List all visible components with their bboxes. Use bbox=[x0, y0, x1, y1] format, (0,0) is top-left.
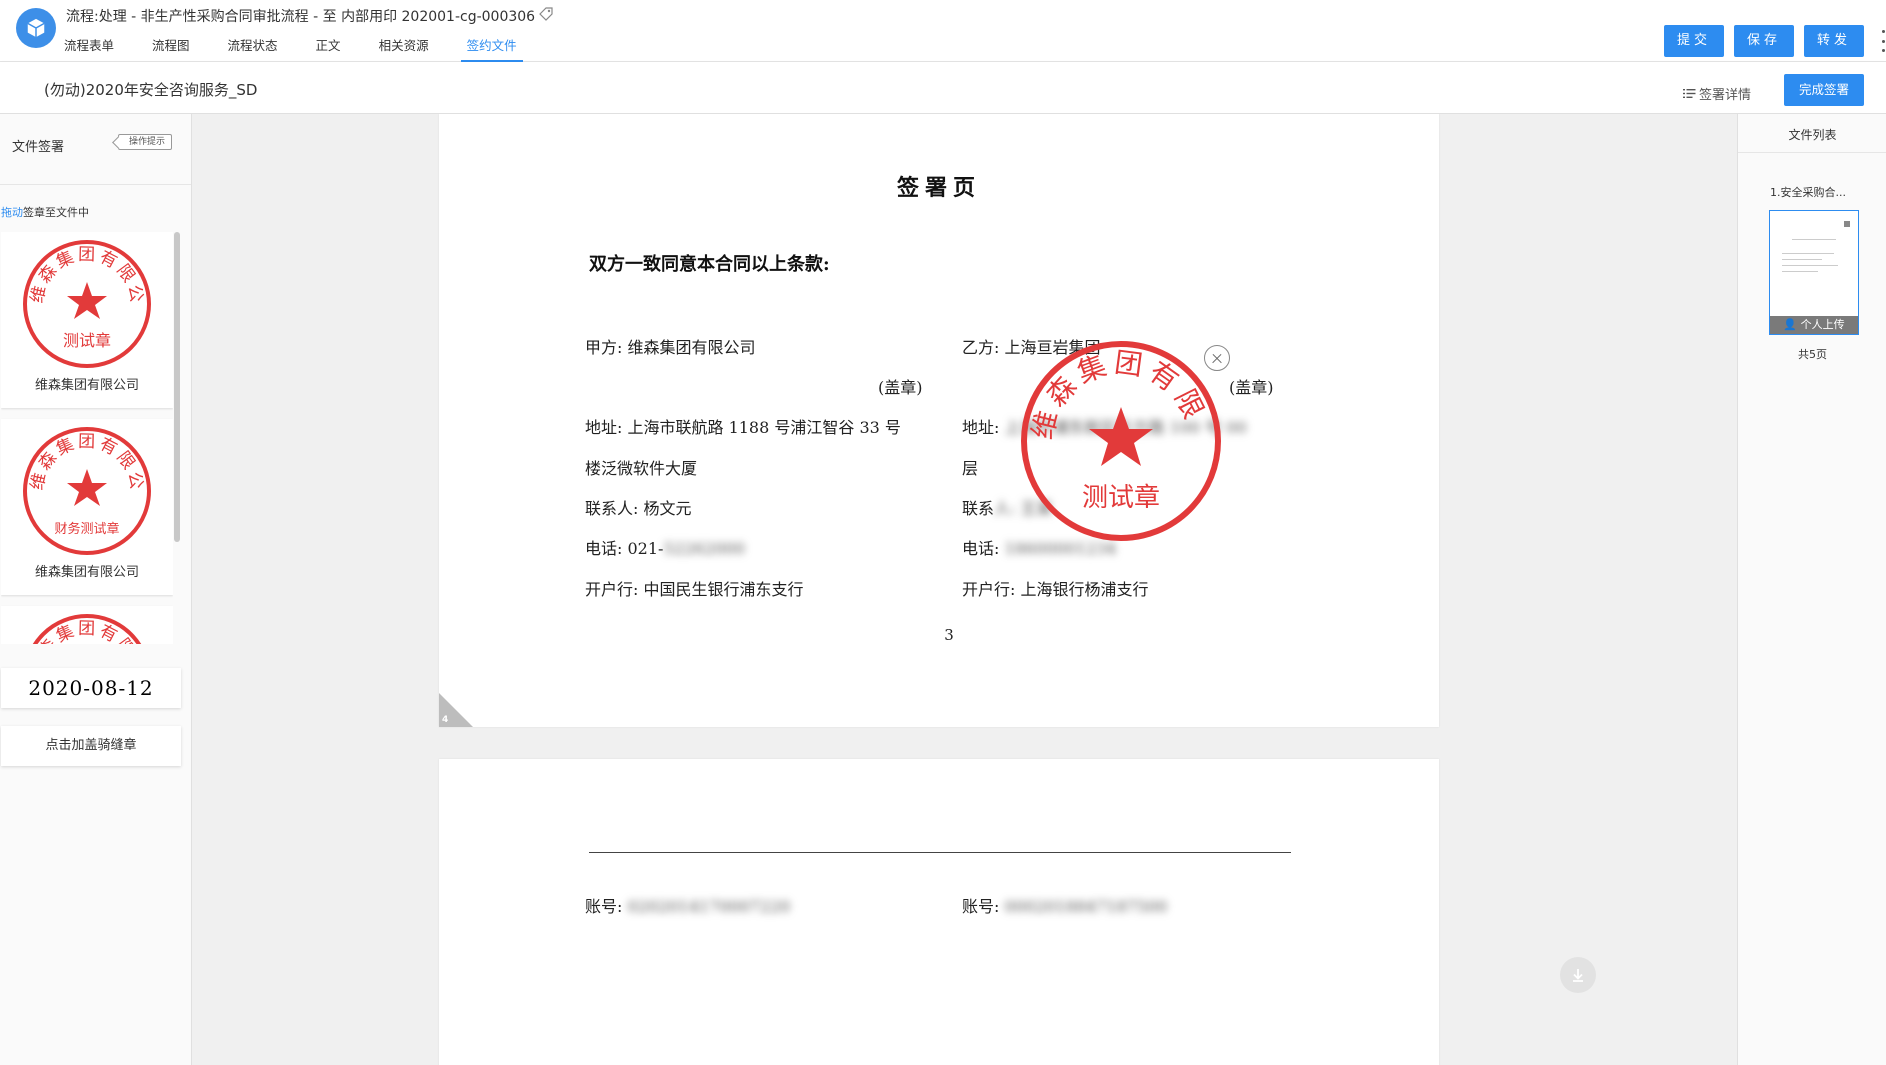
party-b-address-2: 层 bbox=[962, 459, 979, 478]
tab-flow-chart[interactable]: 流程图 bbox=[152, 36, 190, 62]
download-icon bbox=[1573, 969, 1583, 982]
document-page: 签署页 双方一致同意本合同以上条款: 甲方: 维森集团有限公司 乙方: 上海亘岩… bbox=[439, 114, 1439, 727]
company-seal-icon: 维森集团有限公司 测试章 bbox=[21, 238, 151, 368]
file-list-title: 文件列表 bbox=[1788, 128, 1837, 142]
download-button[interactable] bbox=[1560, 957, 1596, 993]
seal-card-partial[interactable]: 维森集团有限公司 bbox=[1, 606, 173, 644]
date-stamp[interactable]: 2020-08-12 bbox=[1, 668, 181, 708]
file-thumbnail[interactable]: 👤 个人上传 bbox=[1769, 210, 1859, 335]
seal-list: 维森集团有限公司 测试章 维森集团有限公司 维森集团有限公司 财务测试章 维森集… bbox=[1, 232, 173, 644]
svg-text:测试章: 测试章 bbox=[1082, 483, 1160, 513]
seal-card-test[interactable]: 维森集团有限公司 测试章 维森集团有限公司 bbox=[1, 232, 173, 408]
party-b-bank: 开户行: 上海银行杨浦支行 bbox=[962, 580, 1149, 599]
party-a-stamp: (盖章) bbox=[878, 378, 923, 397]
divider-line bbox=[589, 852, 1291, 853]
seal-panel: 文件签署 操作提示 拖动签章至文件中 维森集团有限公司 测试章 维森集团有限公司… bbox=[0, 114, 192, 1065]
page-corner-number: 4 bbox=[442, 715, 449, 725]
seal-panel-title: 文件签署 bbox=[12, 140, 65, 155]
divider bbox=[1738, 152, 1886, 153]
company-seal-icon: 维森集团有限公司 bbox=[21, 612, 144, 644]
party-a-phone: 电话: 021-52262000 bbox=[585, 539, 745, 558]
tab-signing-files[interactable]: 签约文件 bbox=[460, 36, 523, 62]
app-logo[interactable] bbox=[16, 8, 56, 48]
page-number: 3 bbox=[944, 626, 954, 644]
party-a-address-2: 楼泛微软件大厦 bbox=[585, 459, 698, 478]
flow-title: 流程:处理 - 非生产性采购合同审批流程 - 至 内部用印 202001-cg-… bbox=[66, 9, 536, 25]
party-a-name: 甲方: 维森集团有限公司 bbox=[585, 338, 756, 357]
top-header: 流程:处理 - 非生产性采购合同审批流程 - 至 内部用印 202001-cg-… bbox=[0, 0, 1886, 62]
forward-button[interactable]: 转发 bbox=[1804, 25, 1864, 57]
seal-list-scrollbar[interactable] bbox=[174, 232, 180, 542]
page-heading: 签署页 bbox=[896, 175, 981, 201]
operation-tip-button[interactable]: 操作提示 bbox=[118, 134, 173, 150]
tab-bar: 流程表单 流程图 流程状态 正文 相关资源 签约文件 bbox=[64, 36, 555, 62]
party-a-account: 账号: 0202014170007220 bbox=[585, 897, 791, 916]
save-button[interactable]: 保存 bbox=[1734, 25, 1794, 57]
document-viewer[interactable]: 签署页 双方一致同意本合同以上条款: 甲方: 维森集团有限公司 乙方: 上海亘岩… bbox=[192, 114, 1737, 1065]
drag-hint: 拖动签章至文件中 bbox=[1, 206, 89, 219]
tab-flow-status[interactable]: 流程状态 bbox=[228, 36, 278, 62]
tag-icon[interactable] bbox=[538, 6, 554, 22]
list-icon bbox=[1683, 89, 1696, 98]
sign-detail-link[interactable]: 签署详情 bbox=[1683, 84, 1751, 103]
tab-flow-form[interactable]: 流程表单 bbox=[64, 36, 114, 62]
file-name[interactable]: 1.安全采购合... bbox=[1770, 184, 1846, 200]
upload-badge: 👤 个人上传 bbox=[1770, 316, 1858, 334]
party-b-account: 账号: 0002018847187500 bbox=[962, 897, 1168, 916]
finish-signing-button[interactable]: 完成签署 bbox=[1784, 74, 1864, 106]
svg-text:测试章: 测试章 bbox=[63, 331, 111, 350]
sign-detail-label: 签署详情 bbox=[1699, 88, 1752, 103]
page-count: 共5页 bbox=[1798, 348, 1827, 361]
party-a-bank: 开户行: 中国民生银行浦东支行 bbox=[585, 580, 804, 599]
placed-seal-icon[interactable]: 维森集团有限公司 测试章 bbox=[1019, 339, 1223, 543]
tab-related-resources[interactable]: 相关资源 bbox=[379, 36, 429, 62]
document-subheader: (勿动)2020年安全咨询服务_SD 签署详情 完成签署 bbox=[0, 62, 1886, 114]
divider bbox=[0, 184, 191, 185]
file-list-panel: 文件列表 1.安全采购合... 👤 个人上传 共5页 bbox=[1737, 114, 1886, 1065]
party-a-contact: 联系人: 杨文元 bbox=[585, 499, 692, 518]
party-a-address: 地址: 上海市联航路 1188 号浦江智谷 33 号 bbox=[585, 418, 901, 437]
logo-cube-icon bbox=[27, 18, 45, 38]
seal-company-name: 维森集团有限公司 bbox=[34, 565, 139, 580]
seal-company-name: 维森集团有限公司 bbox=[34, 378, 139, 393]
seal-card-finance[interactable]: 维森集团有限公司 财务测试章 维森集团有限公司 bbox=[1, 419, 173, 595]
submit-button[interactable]: 提交 bbox=[1664, 25, 1724, 57]
tab-main-text[interactable]: 正文 bbox=[316, 36, 341, 62]
remove-seal-icon[interactable] bbox=[1204, 345, 1230, 371]
agreement-line: 双方一致同意本合同以上条款: bbox=[589, 254, 830, 275]
document-title: (勿动)2020年安全咨询服务_SD bbox=[44, 81, 258, 99]
finance-seal-icon: 维森集团有限公司 财务测试章 bbox=[21, 425, 151, 555]
ridge-seal-button[interactable]: 点击加盖骑缝章 bbox=[1, 726, 181, 766]
party-b-stamp: (盖章) bbox=[1229, 378, 1274, 397]
more-vertical-icon[interactable] bbox=[1880, 30, 1886, 52]
document-page: 账号: 0202014170007220 账号: 000201884718750… bbox=[439, 759, 1439, 1065]
svg-text:财务测试章: 财务测试章 bbox=[54, 521, 119, 537]
